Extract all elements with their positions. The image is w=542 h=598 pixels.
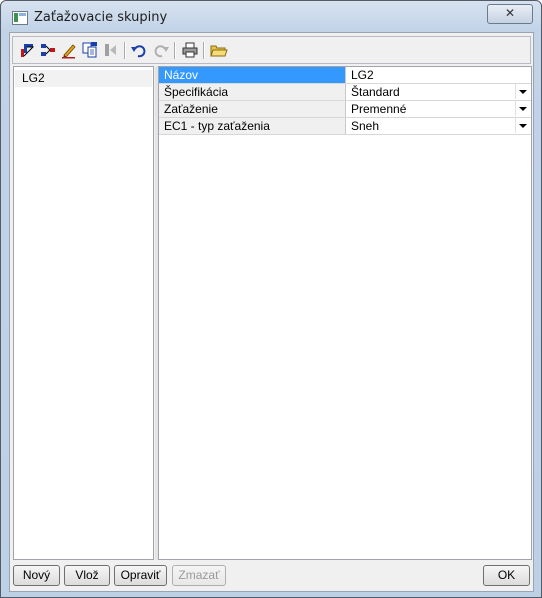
insert-button[interactable]: Vlož bbox=[64, 565, 110, 586]
load-select[interactable]: Premenné bbox=[346, 101, 531, 117]
close-button[interactable]: ✕ bbox=[487, 4, 533, 24]
dialog-window: Zaťažovacie skupiny ✕ LG2 Názov LG2 Špec… bbox=[0, 0, 542, 598]
open-folder-icon[interactable] bbox=[210, 41, 228, 59]
property-label: Názov bbox=[159, 67, 346, 83]
toolbar-separator bbox=[124, 42, 126, 59]
app-icon bbox=[12, 11, 28, 25]
button-bar: Nový Vlož Opraviť Zmazať OK bbox=[10, 563, 533, 591]
property-label: Zaťaženie bbox=[159, 101, 346, 117]
property-grid: Názov LG2 Špecifikácia Štandard Zaťaženi… bbox=[158, 66, 532, 560]
load-value: Premenné bbox=[351, 102, 407, 116]
properties-icon[interactable] bbox=[18, 41, 36, 59]
edit-button[interactable]: Opraviť bbox=[114, 565, 167, 586]
property-label: EC1 - typ zaťaženia bbox=[159, 118, 346, 134]
dialog-client: LG2 Názov LG2 Špecifikácia Štandard Zaťa… bbox=[9, 32, 534, 592]
delete-icon[interactable] bbox=[102, 41, 120, 59]
window-title: Zaťažovacie skupiny bbox=[34, 10, 168, 25]
specification-select[interactable]: Štandard bbox=[346, 84, 531, 100]
edit-icon[interactable] bbox=[60, 41, 78, 59]
undo-icon[interactable] bbox=[130, 41, 148, 59]
group-list: LG2 bbox=[13, 66, 154, 560]
chevron-down-icon[interactable] bbox=[515, 84, 530, 99]
delete-button[interactable]: Zmazať bbox=[172, 565, 226, 586]
toolbar-separator bbox=[203, 42, 205, 59]
redo-icon[interactable] bbox=[152, 41, 170, 59]
title-bar[interactable]: Zaťažovacie skupiny ✕ bbox=[1, 1, 541, 33]
print-icon[interactable] bbox=[181, 41, 199, 59]
toolbar bbox=[12, 36, 531, 64]
new-button[interactable]: Nový bbox=[13, 565, 60, 586]
list-item[interactable]: LG2 bbox=[15, 70, 152, 87]
ok-button[interactable]: OK bbox=[483, 565, 530, 586]
toolbar-separator bbox=[174, 42, 176, 59]
ec1-load-type-select[interactable]: Sneh bbox=[346, 118, 531, 134]
copy-icon[interactable] bbox=[81, 41, 99, 59]
property-row-name[interactable]: Názov LG2 bbox=[159, 67, 531, 84]
property-row-specification[interactable]: Špecifikácia Štandard bbox=[159, 84, 531, 101]
specification-value: Štandard bbox=[351, 85, 400, 99]
group-icon[interactable] bbox=[39, 41, 57, 59]
property-label: Špecifikácia bbox=[159, 84, 346, 100]
name-value-field[interactable]: LG2 bbox=[346, 67, 531, 83]
chevron-down-icon[interactable] bbox=[515, 118, 530, 133]
ec1-load-type-value: Sneh bbox=[351, 119, 380, 133]
chevron-down-icon[interactable] bbox=[515, 101, 530, 116]
property-row-load[interactable]: Zaťaženie Premenné bbox=[159, 101, 531, 118]
property-row-ec1-load-type[interactable]: EC1 - typ zaťaženia Sneh bbox=[159, 118, 531, 135]
